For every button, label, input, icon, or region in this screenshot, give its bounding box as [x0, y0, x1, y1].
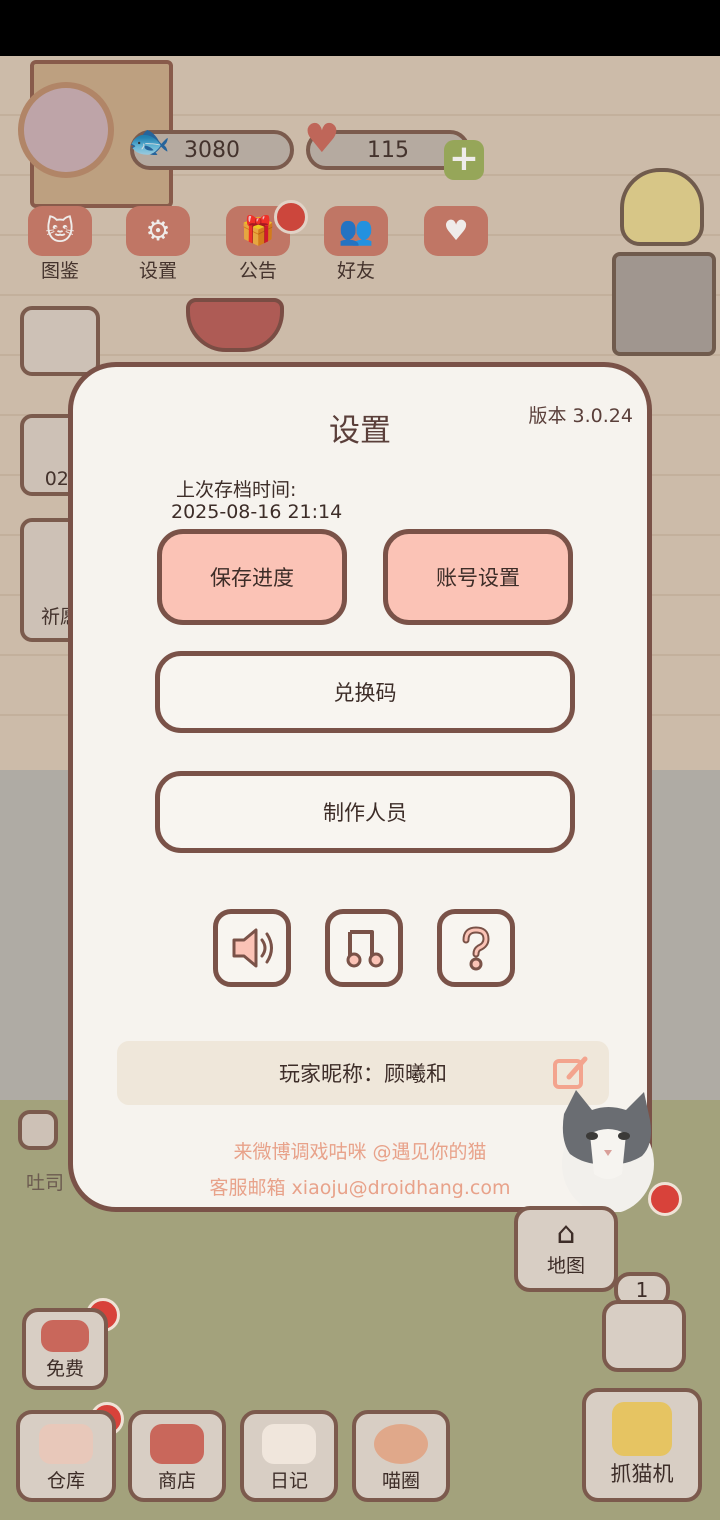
account-settings-label: 账号设置 [436, 566, 520, 590]
diary-icon [262, 1424, 316, 1464]
nickname-bar: 玩家昵称： 顾曦和 [117, 1041, 609, 1105]
warehouse-button[interactable]: 仓库 [16, 1410, 116, 1502]
speaker-icon [232, 928, 273, 968]
save-progress-label: 保存进度 [210, 566, 294, 590]
map-badge [648, 1182, 682, 1216]
shop-icon [150, 1424, 204, 1464]
warehouse-icon [39, 1424, 93, 1464]
map-label: 地图 [546, 1255, 585, 1277]
free-label: 免费 [45, 1358, 84, 1380]
elevator-button[interactable] [602, 1300, 686, 1372]
redeem-code-button[interactable]: 兑换码 [155, 651, 575, 733]
cat-planet-icon [374, 1424, 428, 1464]
version-label: 版本 3.0.24 [528, 405, 633, 427]
music-note-icon [346, 930, 384, 968]
level-number: 1 [635, 1278, 649, 1302]
claw-icon [612, 1402, 672, 1456]
credits-label: 制作人员 [323, 801, 407, 825]
warehouse-label: 仓库 [46, 1470, 85, 1492]
question-mark-icon [462, 926, 490, 971]
cat-photo [562, 1090, 654, 1212]
nickname-value: 顾曦和 [384, 1062, 447, 1086]
nickname-label: 玩家昵称： [279, 1062, 384, 1086]
last-save-label: 上次存档时间: [176, 479, 297, 501]
status-bar [0, 0, 720, 56]
diary-button[interactable]: 日记 [240, 1410, 338, 1502]
diary-label: 日记 [269, 1470, 308, 1492]
claw-machine-label: 抓猫机 [610, 1462, 674, 1486]
help-button[interactable] [437, 909, 515, 987]
redeem-code-label: 兑换码 [333, 681, 397, 705]
free-button[interactable]: 免费 [22, 1308, 108, 1390]
circle-label: 喵圈 [381, 1470, 420, 1492]
sound-toggle-button[interactable] [213, 909, 291, 987]
map-button[interactable]: ⌂ 地图 [514, 1206, 618, 1292]
house-icon: ⌂ [556, 1216, 576, 1251]
account-settings-button[interactable]: 账号设置 [383, 529, 573, 625]
credits-button[interactable]: 制作人员 [155, 771, 575, 853]
claw-machine-button[interactable]: 抓猫机 [582, 1388, 702, 1502]
shop-label: 商店 [157, 1470, 196, 1492]
music-toggle-button[interactable] [325, 909, 403, 987]
heart-gift-icon [41, 1320, 89, 1352]
circle-button[interactable]: 喵圈 [352, 1410, 450, 1502]
save-progress-button[interactable]: 保存进度 [157, 529, 347, 625]
shop-button[interactable]: 商店 [128, 1410, 226, 1502]
last-save-time: 2025-08-16 21:14 [171, 501, 343, 523]
